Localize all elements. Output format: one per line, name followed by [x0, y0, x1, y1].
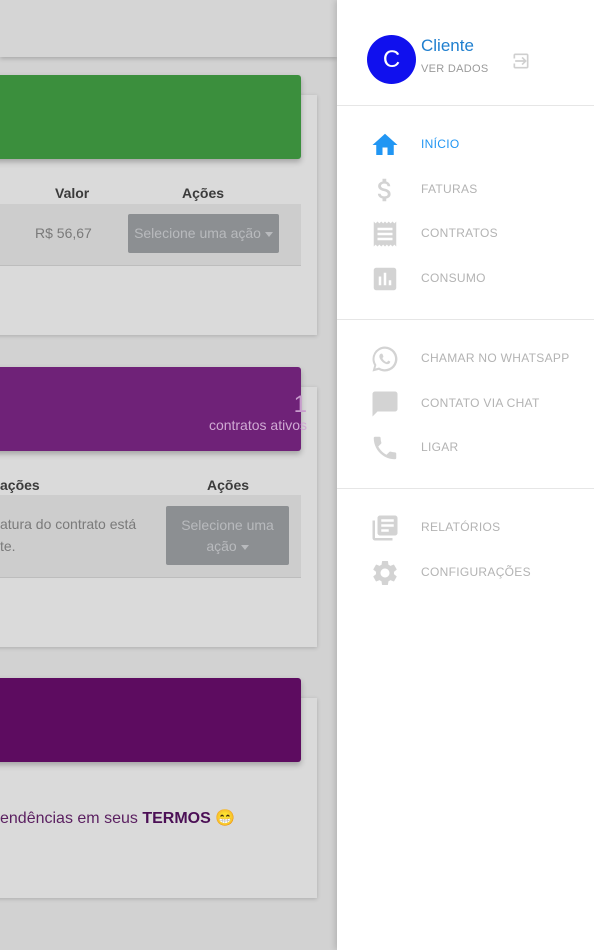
menu-item-contratos[interactable]: CONTRATOS [337, 211, 594, 255]
terms-text-prefix: endências em seus [0, 810, 143, 827]
action-select-label: Selecione uma ação [134, 225, 261, 241]
home-icon [372, 133, 398, 155]
contract-note-line1: atura do contrato está [0, 516, 137, 532]
menu-item-inicio[interactable]: INÍCIO [337, 122, 594, 166]
terms-link[interactable]: TERMOS [142, 810, 210, 827]
avatar[interactable]: C [367, 35, 416, 84]
contract-note-line2: te. [0, 538, 16, 554]
background-page: Valor Ações R$ 56,67 Selecione uma ação … [0, 0, 337, 950]
gear-icon [373, 561, 397, 585]
menu-item-relatorios[interactable]: RELATÓRIOS [337, 505, 594, 549]
terms-text: endências em seus TERMOS 😁 [0, 808, 235, 828]
phone-icon [373, 436, 397, 460]
menu-item-label: RELATÓRIOS [421, 520, 501, 534]
profile-header[interactable]: C Cliente VER DADOS [337, 0, 594, 106]
caret-down-icon [240, 544, 249, 550]
action-select-label: Selecione uma [181, 517, 274, 533]
navigation-drawer: C Cliente VER DADOS INÍCIO FATURAS CONTR… [337, 0, 594, 950]
dollar-icon [377, 178, 391, 202]
column-header-observacoes: ações [0, 477, 40, 493]
chat-icon [372, 391, 398, 417]
menu-item-label: FATURAS [421, 182, 478, 196]
extra-menu: RELATÓRIOS CONFIGURAÇÕES [337, 489, 594, 599]
menu-item-label: CONTRATOS [421, 226, 498, 240]
menu-item-label: LIGAR [421, 440, 459, 454]
contracts-count: 1 [293, 391, 307, 418]
action-select-button[interactable]: Selecione uma ação [166, 506, 289, 565]
view-profile-link[interactable]: VER DADOS [421, 63, 489, 75]
menu-item-label: CHAMAR NO WHATSAPP [421, 351, 570, 365]
reports-icon [372, 515, 398, 541]
column-header-acoes: Ações [182, 185, 225, 201]
grin-emoji: 😁 [215, 810, 236, 827]
contracts-banner [0, 367, 301, 451]
app-bar [0, 0, 337, 57]
terms-banner [0, 678, 301, 762]
contracts-count-label: contratos ativos [208, 417, 307, 433]
invoices-banner [0, 75, 301, 159]
contact-menu: CHAMAR NO WHATSAPP CONTATO VIA CHAT LIGA… [337, 320, 594, 489]
invoice-value: R$ 56,67 [35, 225, 92, 241]
receipt-icon [373, 221, 397, 247]
whatsapp-icon [372, 346, 398, 372]
logout-icon[interactable] [511, 51, 531, 71]
menu-item-whatsapp[interactable]: CHAMAR NO WHATSAPP [337, 336, 594, 380]
action-select-label: ação [206, 538, 237, 554]
action-select-button[interactable]: Selecione uma ação [128, 214, 279, 253]
row-divider [0, 577, 301, 578]
menu-item-label: CONTATO VIA CHAT [421, 396, 540, 410]
column-header-valor: Valor [55, 185, 90, 201]
row-divider [0, 265, 301, 266]
bar-chart-icon [373, 267, 397, 291]
menu-item-configuracoes[interactable]: CONFIGURAÇÕES [337, 550, 594, 594]
menu-item-faturas[interactable]: FATURAS [337, 167, 594, 211]
menu-item-ligar[interactable]: LIGAR [337, 425, 594, 469]
menu-item-label: CONFIGURAÇÕES [421, 565, 531, 579]
menu-item-chat[interactable]: CONTATO VIA CHAT [337, 381, 594, 425]
menu-item-label: CONSUMO [421, 271, 486, 285]
menu-item-label: INÍCIO [421, 137, 460, 151]
main-menu: INÍCIO FATURAS CONTRATOS CONSUMO [337, 106, 594, 320]
menu-item-consumo[interactable]: CONSUMO [337, 256, 594, 300]
profile-name[interactable]: Cliente [421, 36, 474, 56]
column-header-acoes: Ações [207, 477, 250, 493]
caret-down-icon [264, 231, 273, 237]
